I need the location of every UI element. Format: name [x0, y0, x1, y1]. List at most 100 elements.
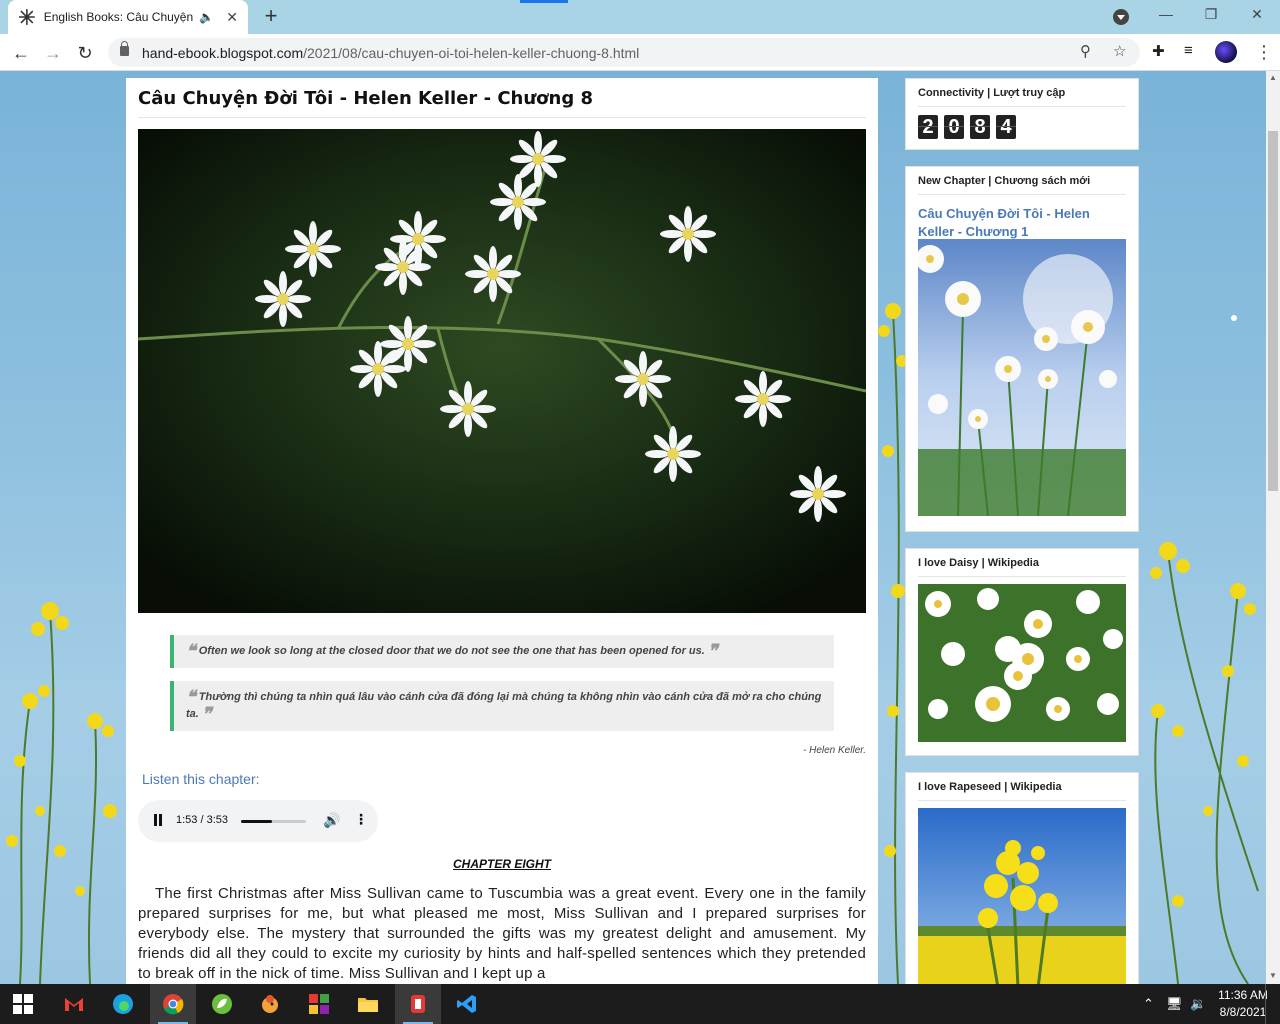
- post-title: Câu Chuyện Đời Tôi - Helen Keller - Chươ…: [138, 88, 594, 109]
- tab-title: English Books: Câu Chuyện Đ: [43, 10, 194, 24]
- quote-vietnamese-text: Thường thì chúng ta nhìn quá lâu vào cán…: [186, 691, 822, 720]
- counter-digit: 4: [996, 115, 1016, 139]
- url-text[interactable]: hand-ebook.blogspot.com/2021/08/cau-chuy…: [142, 45, 639, 61]
- audio-player: 1:53 / 3:53 🔊 ⋮: [138, 800, 378, 842]
- scrollbar-thumb[interactable]: [1268, 131, 1278, 491]
- browser-menu-icon[interactable]: ⋮: [1255, 42, 1273, 63]
- page-scrollbar[interactable]: ▲ ▼: [1266, 71, 1280, 984]
- widget-divider: [918, 576, 1126, 577]
- taskbar-app-green[interactable]: [199, 984, 245, 1024]
- taskbar-gmail[interactable]: [51, 984, 97, 1024]
- page-background: Câu Chuyện Đời Tôi - Helen Keller - Chươ…: [0, 71, 1266, 984]
- quote-author: - Helen Keller.: [803, 745, 866, 756]
- blog-favicon-icon: [18, 9, 35, 25]
- rapeseed-image[interactable]: [918, 808, 1126, 984]
- chapter-heading: CHAPTER EIGHT: [452, 857, 551, 871]
- quote-english: ❝ Often we look so long at the closed do…: [170, 635, 834, 668]
- taskbar-file-explorer[interactable]: [345, 984, 391, 1024]
- rapeseed-title: I love Rapeseed | Wikipedia: [918, 781, 1062, 793]
- counter-digit: 2: [918, 115, 938, 139]
- post-container: Câu Chuyện Đời Tôi - Helen Keller - Chươ…: [126, 78, 878, 984]
- quote-english-text: Often we look so long at the closed door…: [198, 645, 705, 657]
- gmail-icon: [65, 998, 83, 1011]
- windows-taskbar: ⌃ 🖥 🔉 11:36 AM 8/8/2021: [0, 984, 1280, 1024]
- visit-counter: 2 0 8 4: [918, 115, 1016, 139]
- browser-tab[interactable]: English Books: Câu Chuyện Đ 🔈 ✕: [8, 0, 248, 34]
- volume-icon[interactable]: 🔊: [323, 812, 340, 829]
- chicken-app-icon: [262, 995, 278, 1013]
- speaker-icon[interactable]: 🔈: [199, 10, 214, 24]
- widget-divider: [918, 800, 1126, 801]
- counter-digit: 0: [944, 115, 964, 139]
- counter-widget: Connectivity | Lượt truy cập 2 0 8 4: [905, 78, 1139, 150]
- title-divider: [138, 117, 866, 118]
- listen-label: Listen this chapter:: [142, 771, 260, 787]
- leaf-app-icon: [212, 994, 232, 1014]
- start-button[interactable]: [0, 984, 46, 1024]
- bookmark-star-icon[interactable]: ☆: [1113, 42, 1126, 60]
- browser-toolbar: ← → ↻ hand-ebook.blogspot.com/2021/08/ca…: [0, 34, 1280, 71]
- tab-strip-indicator: [520, 0, 568, 3]
- edge-icon: [113, 994, 133, 1014]
- address-bar[interactable]: hand-ebook.blogspot.com/2021/08/cau-chuy…: [108, 38, 1140, 67]
- profile-avatar[interactable]: [1215, 41, 1237, 63]
- zoom-icon[interactable]: ⚲: [1080, 42, 1091, 60]
- volume-tray-icon[interactable]: 🔉: [1190, 996, 1206, 1012]
- rapeseed-decoration-left: [6, 602, 117, 984]
- network-icon[interactable]: 🖥: [1166, 996, 1183, 1012]
- audio-more-icon[interactable]: ⋮: [354, 811, 368, 828]
- new-tab-button[interactable]: +: [258, 4, 284, 30]
- url-path: /2021/08/cau-chuyen-oi-toi-helen-keller-…: [303, 45, 640, 61]
- daisy-widget: I love Daisy | Wikipedia: [905, 548, 1139, 756]
- close-tab-icon[interactable]: ✕: [226, 9, 238, 26]
- media-queue-icon[interactable]: ≡: [1184, 42, 1193, 59]
- tray-chevron-icon[interactable]: ⌃: [1143, 996, 1154, 1012]
- new-chapter-widget: New Chapter | Chương sách mới Câu Chuyện…: [905, 166, 1139, 532]
- extensions-puzzle-icon[interactable]: ✚: [1152, 42, 1165, 60]
- close-quote-icon: ❞: [201, 704, 212, 725]
- audio-seek-bar[interactable]: [241, 820, 306, 823]
- pause-icon[interactable]: [153, 814, 163, 826]
- windows-logo-icon: [13, 994, 33, 1014]
- show-desktop-button[interactable]: [1265, 984, 1280, 1024]
- taskbar-app-chicken[interactable]: [247, 984, 293, 1024]
- rapeseed-widget: I love Rapeseed | Wikipedia: [905, 772, 1139, 984]
- new-chapter-title: New Chapter | Chương sách mới: [918, 175, 1091, 187]
- scroll-down-icon[interactable]: ▼: [1269, 971, 1277, 980]
- tile-app-icon: [309, 994, 329, 1014]
- new-chapter-thumbnail[interactable]: [918, 239, 1126, 516]
- daisy-image[interactable]: [918, 584, 1126, 742]
- open-quote-icon: ❝: [186, 641, 196, 662]
- tab-strip: English Books: Câu Chuyện Đ 🔈 ✕ + — ❐ ✕: [0, 0, 1280, 34]
- close-quote-icon: ❞: [707, 641, 718, 662]
- back-arrow-icon[interactable]: ←: [10, 42, 32, 64]
- taskbar-app-grid[interactable]: [296, 984, 342, 1024]
- audio-time: 1:53 / 3:53: [176, 814, 228, 826]
- widget-divider: [918, 194, 1126, 195]
- open-quote-icon: ❝: [186, 687, 196, 708]
- quote-vietnamese: ❝ Thường thì chúng ta nhìn quá lâu vào c…: [170, 681, 834, 731]
- scroll-up-icon[interactable]: ▲: [1269, 73, 1277, 82]
- counter-title: Connectivity | Lượt truy cập: [918, 87, 1066, 99]
- close-window-icon[interactable]: ✕: [1247, 6, 1267, 23]
- chrome-icon: [163, 994, 184, 1015]
- forward-arrow-icon[interactable]: →: [42, 42, 64, 64]
- post-hero-image: [138, 129, 866, 613]
- restore-icon[interactable]: ❐: [1201, 6, 1221, 23]
- taskbar-chrome[interactable]: [150, 984, 196, 1024]
- folder-icon: [358, 998, 378, 1012]
- tab-search-icon[interactable]: [1113, 9, 1129, 25]
- taskbar-app-red[interactable]: [395, 984, 441, 1024]
- counter-digit: 8: [970, 115, 990, 139]
- audio-progress-fill: [241, 820, 273, 823]
- new-chapter-link[interactable]: Câu Chuyện Đời Tôi - Helen Keller - Chươ…: [918, 205, 1118, 241]
- taskbar-vscode[interactable]: [444, 984, 490, 1024]
- reload-icon[interactable]: ↻: [74, 42, 96, 64]
- minimize-icon[interactable]: —: [1156, 6, 1176, 22]
- taskbar-edge[interactable]: [100, 984, 146, 1024]
- lock-icon[interactable]: [120, 41, 129, 56]
- chapter-body: The first Christmas after Miss Sullivan …: [138, 885, 866, 982]
- vscode-icon: [457, 995, 476, 1013]
- widget-divider: [918, 106, 1126, 107]
- unikey-icon: [411, 995, 425, 1013]
